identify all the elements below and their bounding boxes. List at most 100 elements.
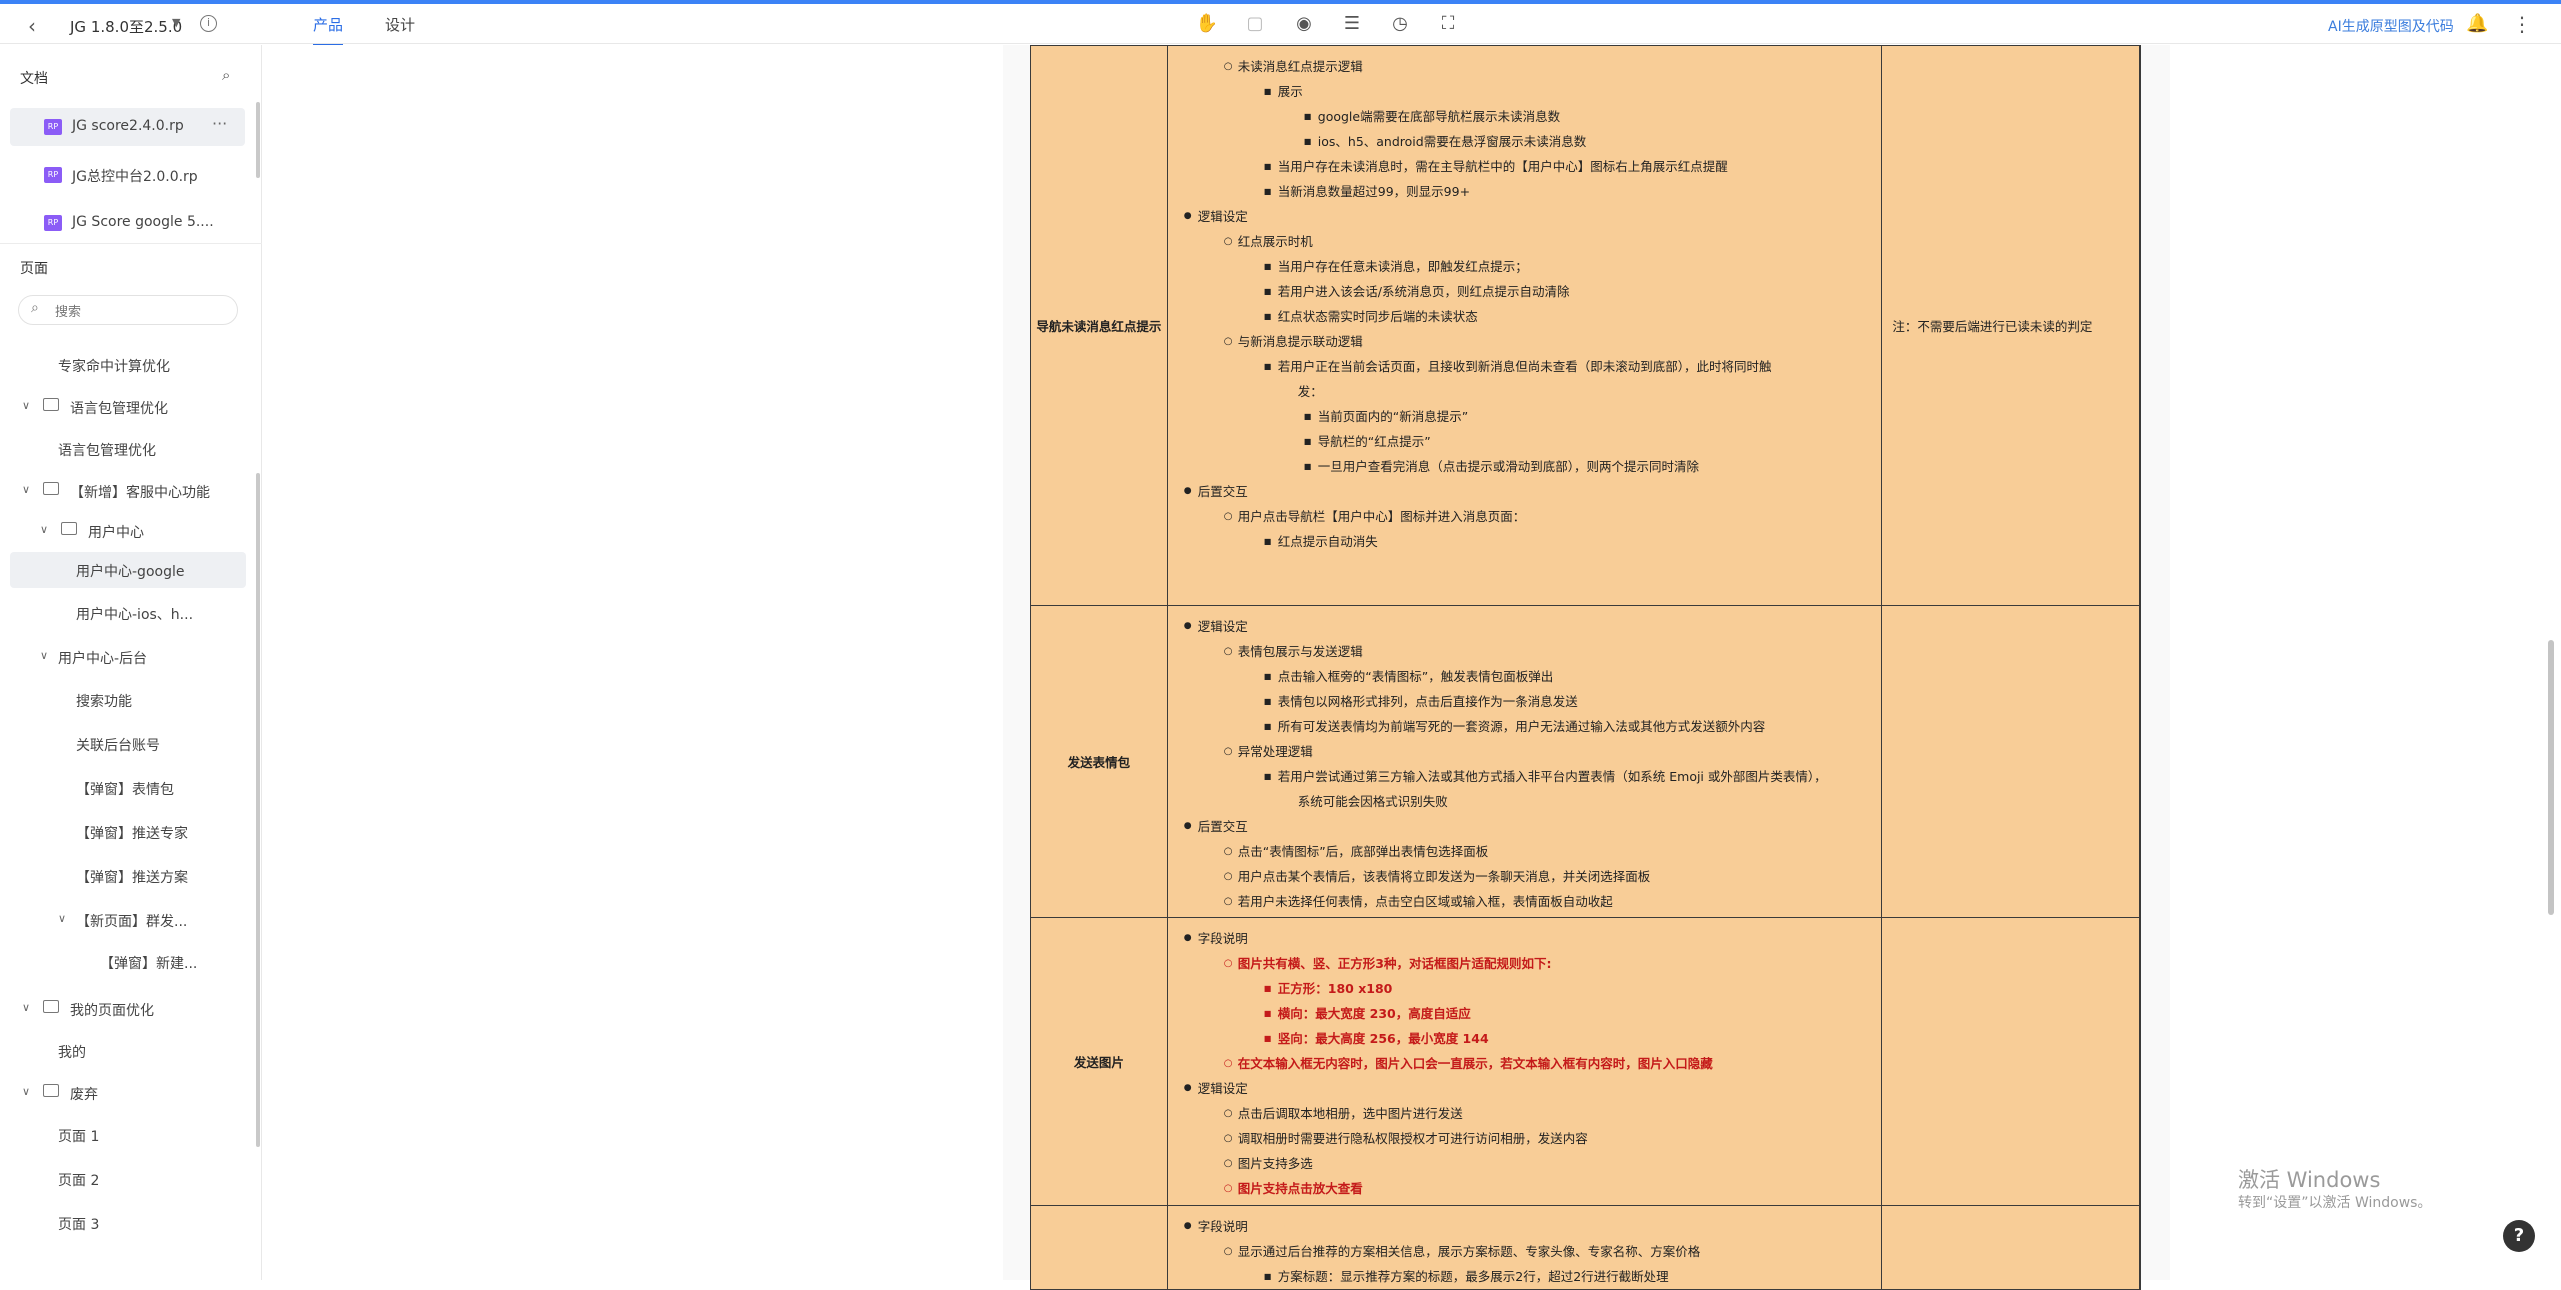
history-clock-icon[interactable]: ◷ (1388, 12, 1412, 36)
bullet-icon: ○ (1223, 1133, 1233, 1144)
bullet-icon: ■ (1303, 462, 1312, 471)
bullet-icon: ○ (1223, 1108, 1233, 1119)
detail-text: ios、h5、android需要在悬浮窗展示未读消息数 (1317, 134, 1587, 149)
tree-folder[interactable]: ∨ 【新页面】群发... (10, 902, 246, 938)
file-item[interactable]: RP JG Score google 5.... (10, 204, 245, 242)
fullscreen-icon[interactable]: ⛶ (1436, 12, 1460, 36)
tree-item[interactable]: 【弹窗】推送方案 (10, 858, 246, 894)
detail-text: 横向：最大宽度 230，高度自适应 (1277, 1006, 1471, 1021)
tree-item[interactable]: 搜索功能 (10, 682, 246, 718)
detail-text: 表情包以网格形式排列，点击后直接作为一条消息发送 (1277, 694, 1578, 709)
detail-line: ■ 点击输入框旁的“表情图标”，触发表情包面板弹出 (1168, 664, 1882, 689)
hand-tool-icon[interactable]: ✋ (1195, 12, 1219, 36)
detail-text: 用户点击某个表情后，该表情将立即发送为一条聊天消息，并关闭选择面板 (1237, 869, 1651, 884)
file-label: JG Score google 5.... (72, 214, 214, 230)
tree-item[interactable]: 语言包管理优化 (10, 431, 246, 467)
detail-line: ■ 红点提示自动消失 (1168, 529, 1882, 554)
chevron-down-icon[interactable]: ∨ (22, 399, 30, 412)
file-item[interactable]: RP JG score2.4.0.rp ··· (10, 108, 245, 146)
tree-item[interactable]: 页面 2 (10, 1161, 246, 1197)
document-title[interactable]: JG 1.8.0至2.5.0 (70, 16, 182, 37)
detail-line: ■ 竖向：最大高度 256，最小宽度 144 (1168, 1026, 1882, 1051)
detail-line: ● 后置交互 (1168, 479, 1882, 504)
canvas-scrollbar[interactable] (2548, 640, 2554, 915)
detail-line: ○ 表情包展示与发送逻辑 (1168, 639, 1882, 664)
detail-text: 若用户正在当前会话页面，且接收到新消息但尚未查看（即未滚动到底部），此时将同时触 (1277, 359, 1772, 374)
divider (0, 243, 262, 244)
tree-folder[interactable]: ∨ 用户中心 (10, 513, 246, 549)
help-button[interactable]: ? (2503, 1220, 2535, 1252)
tree-item[interactable]: 用户中心-ios、h... (10, 595, 246, 631)
tree-item-label: 页面 3 (58, 1217, 100, 1233)
detail-text: 点击输入框旁的“表情图标”，触发表情包面板弹出 (1277, 669, 1554, 684)
chevron-down-icon[interactable]: ∨ (40, 649, 48, 662)
eye-preview-icon[interactable]: ◉ (1292, 12, 1316, 36)
tree-item[interactable]: 【弹窗】推送专家 (10, 814, 246, 850)
chevron-down-icon[interactable]: ∨ (58, 912, 66, 925)
tree-folder[interactable]: ∨ 废弃 (10, 1075, 246, 1111)
tree-folder[interactable]: ∨ 【新增】客服中心功能 (10, 473, 246, 509)
tree-item[interactable]: 页面 1 (10, 1117, 246, 1153)
tree-item[interactable]: 我的 (10, 1033, 246, 1069)
page-search-field[interactable]: ⌕ (18, 295, 238, 325)
search-icon[interactable]: ⌕ (222, 66, 230, 84)
bullet-icon: ■ (1263, 87, 1272, 96)
detail-text: 正方形：180 x180 (1277, 981, 1393, 996)
detail-text: 图片支持多选 (1237, 1156, 1313, 1171)
tree-item-label: 废弃 (70, 1087, 98, 1103)
detail-text: 红点展示时机 (1237, 234, 1313, 249)
tree-item[interactable]: 【弹窗】新建... (10, 944, 246, 980)
files-scrollbar[interactable] (256, 102, 260, 178)
detail-text: 异常处理逻辑 (1237, 744, 1313, 759)
tree-item[interactable]: 【弹窗】表情包 (10, 770, 246, 806)
info-icon[interactable]: i (200, 15, 217, 32)
bullet-icon: ● (1183, 621, 1192, 631)
detail-line: ■ 当用户存在任意未读消息，即触发红点提示； (1168, 254, 1882, 279)
bell-notification-icon[interactable]: 🔔 (2466, 13, 2488, 34)
file-item[interactable]: RP JG总控中台2.0.0.rp (10, 156, 245, 194)
pages-scrollbar[interactable] (256, 473, 260, 1147)
tree-item[interactable]: 专家命中计算优化 (10, 347, 246, 383)
comment-icon[interactable]: ▢ (1243, 12, 1267, 36)
tree-folder[interactable]: ∨ 用户中心-后台 (10, 639, 246, 675)
more-menu-icon[interactable]: ⋮ (2512, 12, 2532, 36)
tab-design[interactable]: 设计 (385, 14, 415, 35)
search-icon: ⌕ (31, 300, 39, 316)
note-cell (1881, 605, 2140, 918)
chevron-down-icon[interactable]: ∨ (22, 1001, 30, 1014)
back-arrow-icon[interactable]: ‹ (28, 14, 36, 38)
detail-line: ■ 当用户存在未读消息时，需在主导航栏中的【用户中心】图标右上角展示红点提醒 (1168, 154, 1882, 179)
tree-item-selected[interactable]: 用户中心-google (10, 552, 246, 588)
tree-item[interactable]: 页面 3 (10, 1205, 246, 1241)
detail-line: ■ ios、h5、android需要在悬浮窗展示未读消息数 (1168, 129, 1882, 154)
tree-folder[interactable]: ∨ 我的页面优化 (10, 991, 246, 1027)
bullet-icon: ● (1183, 211, 1192, 221)
detail-text: 所有可发送表情均为前端写死的一套资源，用户无法通过输入法或其他方式发送额外内容 (1277, 719, 1766, 734)
chevron-down-icon[interactable]: ∨ (40, 523, 48, 536)
chevron-down-icon[interactable]: ∨ (22, 483, 30, 496)
tree-folder[interactable]: ∨ 语言包管理优化 (10, 389, 246, 425)
more-options-icon[interactable]: ··· (212, 114, 227, 133)
tree-item-label: 【弹窗】推送专家 (76, 826, 188, 842)
tree-item-label: 搜索功能 (76, 694, 132, 710)
bullet-icon: ■ (1303, 437, 1312, 446)
bullet-icon: ○ (1223, 871, 1233, 882)
detail-text: 若用户未选择任何表情，点击空白区域或输入框，表情面板自动收起 (1237, 894, 1613, 909)
note-cell (1881, 1205, 2140, 1290)
notes-icon[interactable]: ☰ (1340, 12, 1364, 36)
detail-text: 未读消息红点提示逻辑 (1237, 59, 1363, 74)
tree-item[interactable]: 关联后台账号 (10, 726, 246, 762)
tree-item-label: 页面 1 (58, 1129, 100, 1145)
chevron-down-icon[interactable]: ∨ (22, 1085, 30, 1098)
chevron-down-icon[interactable]: ▼ (172, 16, 180, 29)
top-toolbar: ‹ JG 1.8.0至2.5.0 ▼ i 产品 设计 ✋ ▢ ◉ ☰ ◷ ⛶ A… (0, 4, 2561, 47)
bullet-icon: ■ (1263, 697, 1272, 706)
bullet-icon: ○ (1223, 896, 1233, 907)
detail-line: ○ 在文本输入框无内容时，图片入口会一直展示，若文本输入框有内容时，图片入口隐藏 (1168, 1051, 1882, 1076)
folder-icon (61, 522, 77, 535)
detail-text: 用户点击导航栏【用户中心】图标并进入消息页面： (1237, 509, 1526, 524)
detail-line: ● 逻辑设定 (1168, 1076, 1882, 1101)
page-search-input[interactable] (55, 301, 225, 321)
tab-product[interactable]: 产品 (313, 14, 343, 35)
ai-generate-link[interactable]: AI生成原型图及代码 (2328, 16, 2454, 36)
